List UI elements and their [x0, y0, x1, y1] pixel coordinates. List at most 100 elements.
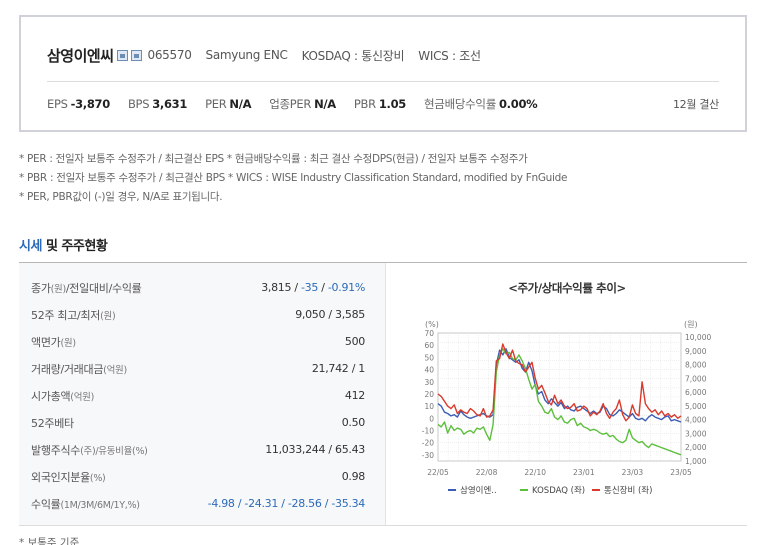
row-value: 500	[344, 335, 365, 348]
value-return: -0.91%	[327, 281, 365, 294]
label-unit: (억원)	[103, 364, 127, 376]
y-left-tick: -20	[422, 439, 434, 448]
row-value: 11,033,244 / 65.43	[265, 443, 365, 456]
stock-code: 065570	[147, 48, 192, 62]
metric-sector-per-label: 업종PER	[269, 97, 312, 111]
row-label: 액면가(원)	[31, 334, 76, 350]
y-right-tick: 9,000	[685, 347, 707, 356]
x-tick: 22/05	[427, 468, 449, 477]
value-text: 3,815 /	[261, 281, 301, 294]
y-right-unit: (원)	[684, 320, 698, 329]
row-value: 3,815 / -35 / -0.91%	[261, 281, 365, 294]
metric-eps-label: EPS	[47, 97, 68, 111]
y-left-tick: 20	[424, 390, 434, 399]
section-title: 시세 및 주주현황	[19, 235, 108, 254]
y-left-tick: 30	[424, 378, 434, 387]
footnote: * PBR : 전일자 보통주 수정주가 / 최근결산 BPS * WICS :…	[19, 172, 568, 184]
x-tick: 23/01	[573, 468, 595, 477]
label-text: 시가총액	[31, 389, 71, 403]
company-summary-card: 삼영이엔씨 065570 Samyung ENC KOSDAQ : 통신장비 W…	[19, 15, 747, 132]
y-right-tick: 2,000	[685, 443, 707, 452]
company-title-row: 삼영이엔씨 065570 Samyung ENC KOSDAQ : 통신장비 W…	[47, 43, 481, 67]
y-left-tick: 70	[424, 329, 434, 338]
label-text: 거래량/거래대금	[31, 362, 104, 376]
row-value: -4.98 / -24.31 / -28.56 / -35.34	[207, 497, 366, 510]
y-left-tick: 50	[424, 353, 434, 362]
footnotes: * PER : 전일자 보통주 수정주가 / 최근결산 EPS * 현금배당수익…	[19, 150, 567, 207]
label-unit: (원)	[100, 310, 116, 322]
label-text: 수익률	[31, 497, 61, 511]
market-table: 종가(원)/전일대비/수익률 3,815 / -35 / -0.91% 52주 …	[19, 263, 385, 525]
row-value: 21,742 / 1	[311, 362, 365, 375]
value-separator: /	[318, 281, 328, 294]
y-right-tick: 3,000	[685, 429, 707, 438]
market-category: KOSDAQ : 통신장비	[301, 48, 405, 63]
y-right-tick: 7,000	[685, 374, 707, 383]
y-left-tick: 60	[424, 341, 434, 350]
table-row: 52주베타 0.50	[19, 409, 385, 436]
y-left-unit: (%)	[425, 320, 439, 329]
cut-off-footnote: * 보통주 기준	[19, 537, 80, 545]
legend-label-sector: 통신장비 (좌)	[604, 485, 652, 496]
legend-label-stock: 삼영이엔..	[460, 485, 497, 496]
wics-category: WICS : 조선	[418, 48, 481, 63]
footnote: * PER : 전일자 보통주 수정주가 / 최근결산 EPS * 현금배당수익…	[19, 153, 528, 165]
table-row: 외국인지분율(%) 0.98	[19, 463, 385, 490]
table-row: 거래량/거래대금(억원) 21,742 / 1	[19, 355, 385, 382]
row-label: 거래량/거래대금(억원)	[31, 361, 127, 377]
row-value: 412	[344, 389, 365, 402]
label-unit: (1M/3M/6M/1Y,%)	[60, 499, 140, 511]
y-left-tick: 0	[429, 414, 434, 423]
table-row: 수익률(1M/3M/6M/1Y,%) -4.98 / -24.31 / -28.…	[19, 490, 385, 517]
y-left-tick: -10	[422, 427, 434, 436]
label-text: 종가	[31, 281, 51, 295]
legend-label-kosdaq: KOSDAQ (좌)	[532, 486, 585, 496]
table-row: 액면가(원) 500	[19, 328, 385, 355]
label-unit: (주)	[80, 445, 96, 457]
metrics-row: EPS -3,870 BPS 3,631 PER N/A 업종PER N/A P…	[47, 95, 719, 113]
section-title-highlight: 시세	[19, 239, 42, 254]
x-tick: 22/08	[476, 468, 498, 477]
row-label: 52주 최고/최저(원)	[31, 307, 116, 323]
y-left-tick: 40	[424, 366, 434, 375]
label-suffix: /전일대비/수익률	[65, 281, 142, 295]
y-left-tick: -30	[422, 451, 434, 460]
company-report-icon[interactable]	[130, 49, 142, 61]
label-unit: (원)	[60, 337, 76, 349]
table-row: 종가(원)/전일대비/수익률 3,815 / -35 / -0.91%	[19, 274, 385, 301]
settlement-month: 12월 결산	[672, 98, 719, 111]
company-info-icon[interactable]	[116, 49, 128, 61]
label-text: 52주베타	[31, 416, 74, 430]
table-row: 발행주식수(주)/유동비율(%) 11,033,244 / 65.43	[19, 436, 385, 463]
row-value: 0.50	[341, 416, 366, 429]
y-right-tick: 6,000	[685, 388, 707, 397]
value-change: -35	[300, 281, 319, 294]
label-suffix: /유동비율(%)	[95, 445, 148, 457]
metric-eps-value: -3,870	[70, 97, 111, 111]
metric-sector-per-value: N/A	[314, 97, 336, 111]
y-left-tick: 10	[424, 402, 434, 411]
label-unit: (%)	[89, 472, 106, 484]
section-title-rest: 및 주주현황	[41, 239, 108, 254]
label-text: 발행주식수	[31, 443, 81, 457]
metric-dividend-label: 현금배당수익률	[424, 97, 496, 111]
row-label: 종가(원)/전일대비/수익률	[31, 280, 142, 296]
label-text: 외국인지분율	[31, 470, 90, 484]
metric-pbr-value: 1.05	[378, 97, 407, 111]
label-text: 52주 최고/최저	[31, 308, 101, 322]
metric-pbr-label: PBR	[353, 97, 376, 111]
metric-per-value: N/A	[229, 97, 252, 111]
metric-bps-label: BPS	[127, 97, 150, 111]
y-right-tick: 10,000	[685, 333, 711, 342]
footnote: * PER, PBR값이 (-)일 경우, N/A로 표기됩니다.	[19, 191, 223, 203]
metric-bps-value: 3,631	[152, 97, 188, 111]
english-name: Samyung ENC	[205, 48, 288, 62]
label-unit: (억원)	[70, 391, 94, 403]
row-label: 시가총액(억원)	[31, 388, 94, 404]
row-value: 9,050 / 3,585	[295, 308, 365, 321]
table-row: 52주 최고/최저(원) 9,050 / 3,585	[19, 301, 385, 328]
row-label: 수익률(1M/3M/6M/1Y,%)	[31, 496, 140, 512]
y-right-tick: 1,000	[685, 457, 707, 466]
y-right-tick: 4,000	[685, 416, 707, 425]
label-unit: (원)	[50, 283, 67, 295]
